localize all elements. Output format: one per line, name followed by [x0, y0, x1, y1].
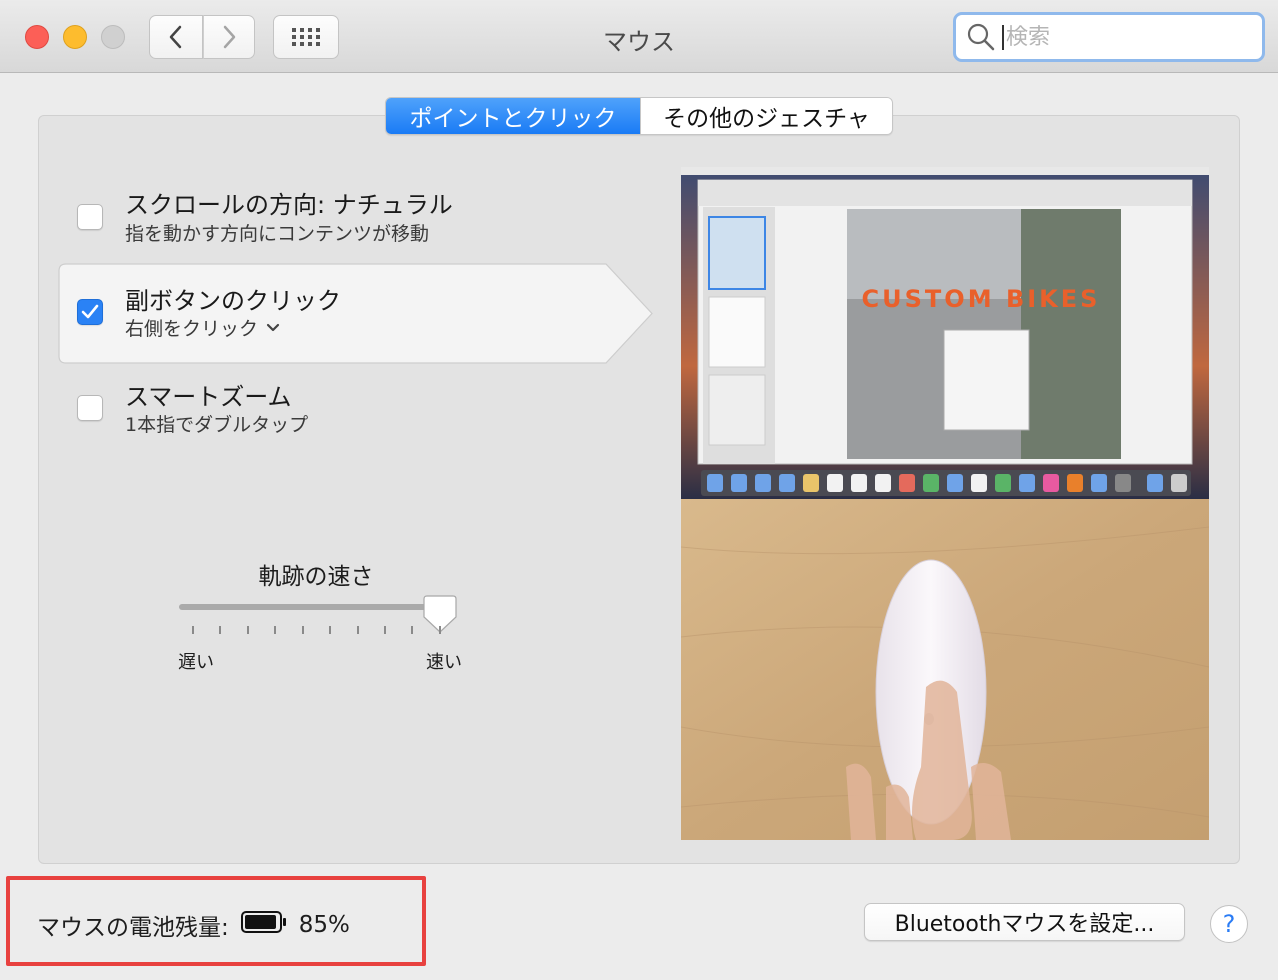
checkmark-icon	[81, 304, 99, 319]
slider-tick	[302, 626, 304, 634]
gesture-preview-video: CUSTOM BIKES	[681, 167, 1209, 840]
slider-tick	[274, 626, 276, 634]
smart-zoom-checkbox[interactable]	[77, 395, 103, 421]
slider-tick	[384, 626, 386, 634]
tab-bar: ポイントとクリック その他のジェスチャ	[385, 97, 893, 135]
option-title: スクロールの方向: ナチュラル	[125, 191, 453, 219]
preview-overlay-text: CUSTOM BIKES	[862, 285, 1101, 313]
slider-tick	[329, 626, 331, 634]
secondary-click-popup[interactable]: 右側をクリック	[125, 314, 284, 341]
option-title: 副ボタンのクリック	[125, 287, 341, 315]
search-field[interactable]	[953, 12, 1265, 62]
chevron-down-icon	[266, 323, 280, 331]
title-bar: マウス	[0, 0, 1278, 73]
preview-illustration: CUSTOM BIKES	[681, 167, 1209, 840]
tab-point-and-click[interactable]: ポイントとクリック	[386, 98, 640, 134]
tab-more-gestures[interactable]: その他のジェスチャ	[640, 98, 892, 134]
slider-tick	[219, 626, 221, 634]
slider-tick	[357, 626, 359, 634]
search-icon	[966, 22, 996, 52]
slider-tick	[192, 626, 194, 634]
help-button[interactable]: ?	[1210, 905, 1248, 943]
search-input[interactable]	[1002, 24, 1252, 50]
secondary-click-checkbox[interactable]	[77, 299, 103, 325]
slider-max-label: 速い	[426, 652, 462, 673]
annotation-highlight-box	[6, 876, 426, 966]
slider-min-label: 遅い	[178, 652, 214, 673]
slider-tick	[411, 626, 413, 634]
option-title: スマートズーム	[125, 383, 292, 411]
option-subtitle: 1本指でダブルタップ	[125, 414, 309, 436]
popup-value: 右側をクリック	[125, 318, 259, 340]
slider-tick	[439, 626, 441, 634]
scroll-direction-checkbox[interactable]	[77, 204, 103, 230]
tracking-speed-title: 軌跡の速さ	[258, 564, 374, 590]
option-subtitle: 指を動かす方向にコンテンツが移動	[125, 223, 430, 245]
tracking-speed-track[interactable]	[179, 604, 437, 610]
slider-tick	[247, 626, 249, 634]
setup-bluetooth-mouse-button[interactable]: Bluetoothマウスを設定...	[864, 903, 1185, 941]
